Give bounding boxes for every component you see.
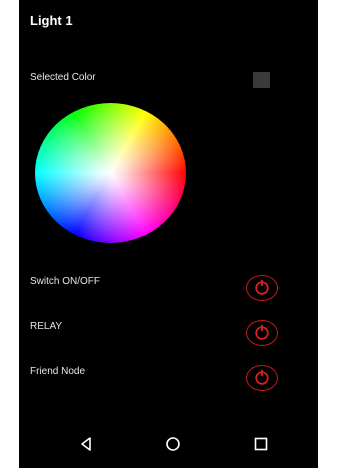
nav-back-button[interactable] [76, 434, 96, 454]
nav-home-button[interactable] [163, 434, 183, 454]
nav-recents-button[interactable] [251, 434, 271, 454]
home-circle-icon [166, 437, 180, 451]
friend-node-label: Friend Node [30, 366, 86, 377]
switch-onoff-label: Switch ON/OFF [30, 276, 101, 287]
system-navigation-bar [19, 420, 318, 468]
selected-color-swatch [253, 72, 270, 88]
relay-label: RELAY [30, 321, 63, 332]
back-triangle-icon [81, 437, 91, 451]
relay-power-button[interactable] [246, 320, 278, 346]
app-screen: Light 1 Selected Color Switch ON/OFF REL… [19, 0, 318, 468]
page-title: Light 1 [30, 13, 73, 28]
switch-onoff-power-button[interactable] [246, 275, 278, 301]
selected-color-label: Selected Color [30, 72, 96, 83]
power-icon [255, 369, 269, 385]
recents-square-icon [254, 437, 268, 451]
power-icon [255, 279, 269, 295]
friend-node-power-button[interactable] [246, 365, 278, 391]
color-wheel[interactable] [35, 103, 186, 243]
power-icon [255, 324, 269, 340]
